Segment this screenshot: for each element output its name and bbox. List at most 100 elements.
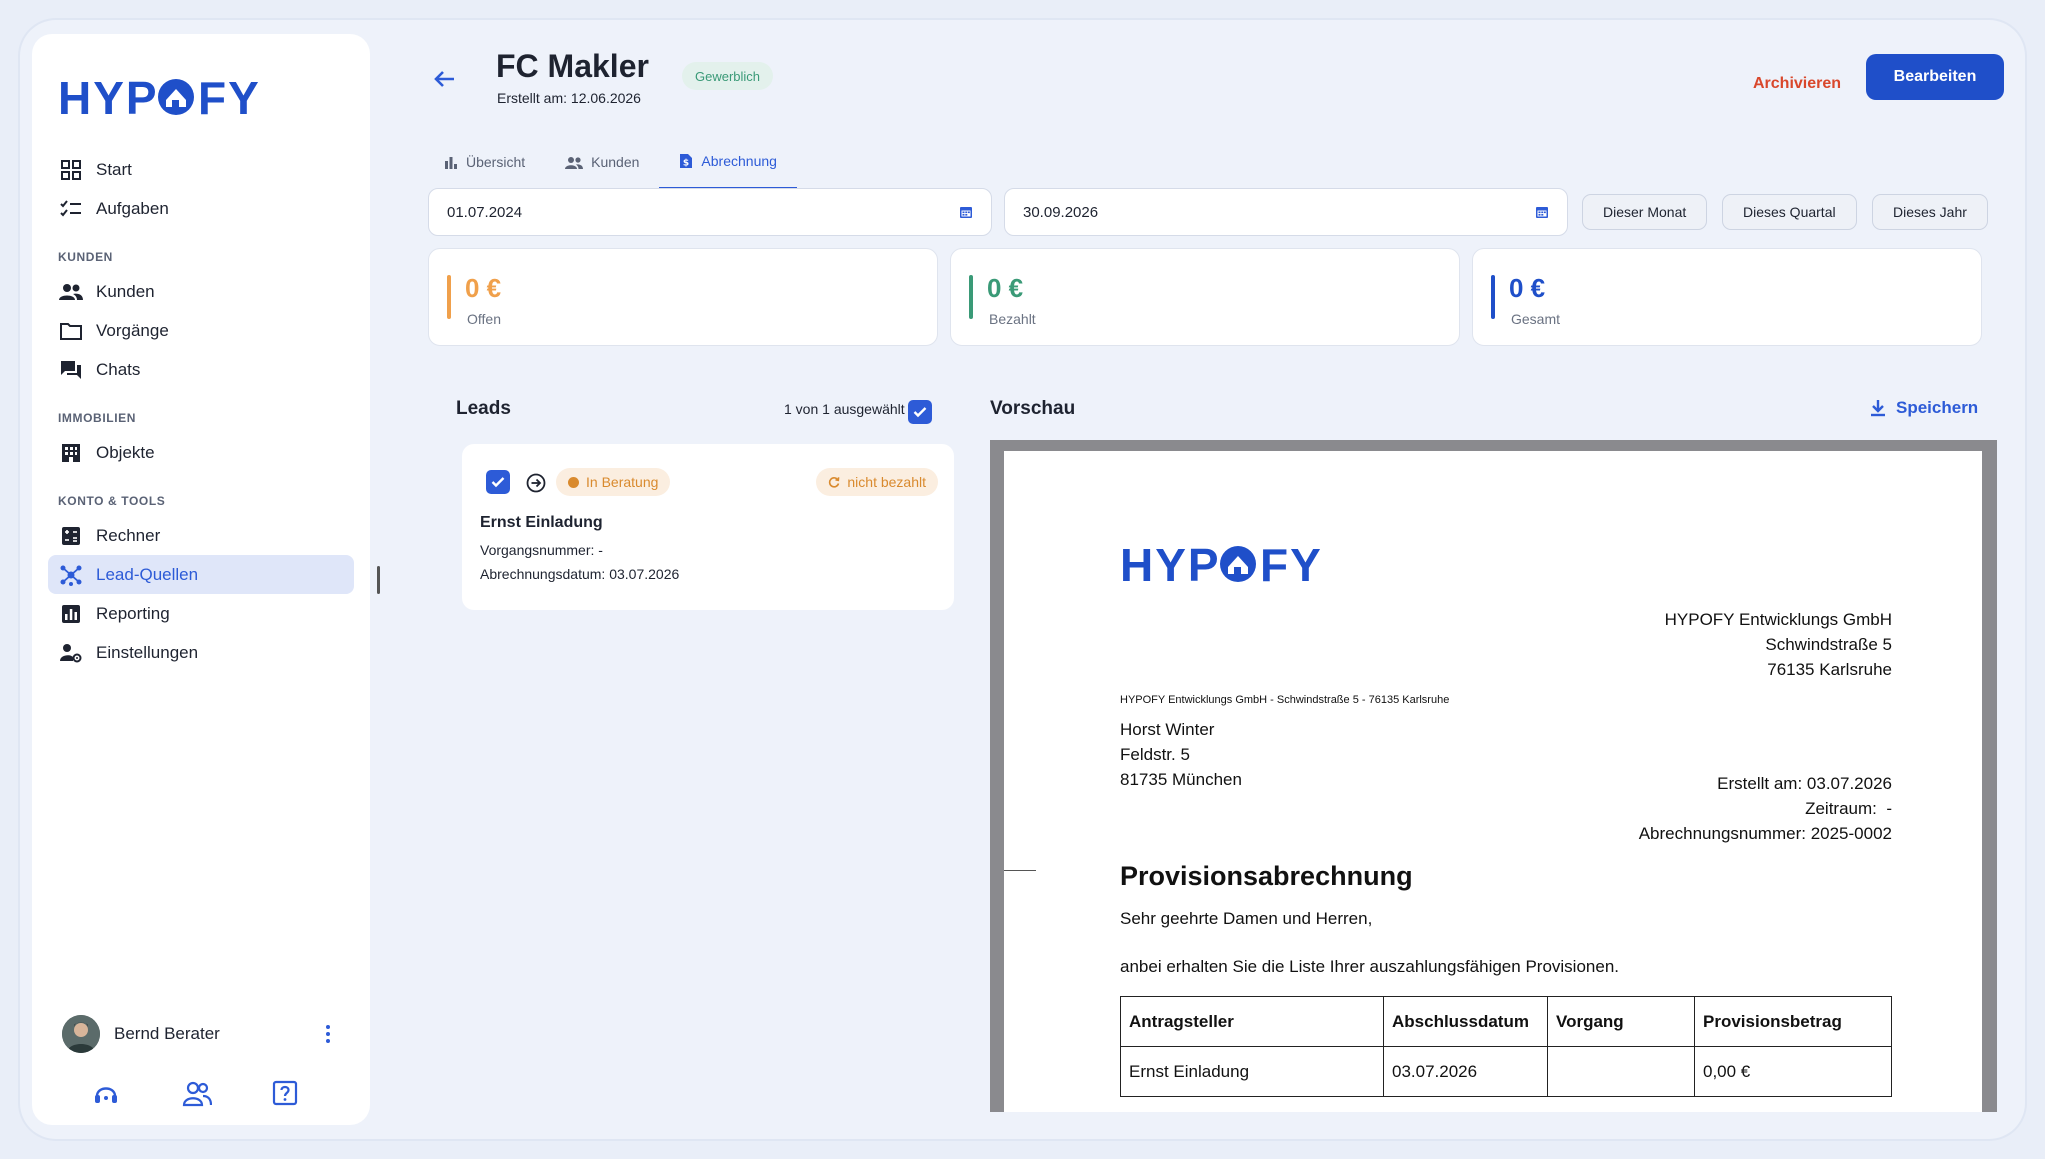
tab-abrechnung[interactable]: $ Abrechnung (659, 134, 797, 190)
download-icon (1870, 399, 1886, 417)
meta-line: Zeitraum: - (1805, 799, 1892, 818)
tab-uebersicht[interactable]: Übersicht (424, 134, 545, 190)
stat-accent-bar (969, 275, 973, 319)
sidebar-item-label: Aufgaben (96, 198, 169, 218)
table-cell: Ernst Einladung (1120, 1046, 1384, 1097)
table-header-cell: Vorgang (1547, 996, 1695, 1047)
table-cell: 03.07.2026 (1383, 1046, 1548, 1097)
select-all-checkbox[interactable] (908, 400, 932, 424)
user-menu-icon[interactable] (316, 1025, 340, 1043)
date-from-field[interactable]: 01.07.2024 (428, 188, 992, 236)
open-lead-arrow-icon[interactable] (526, 473, 546, 493)
sidebar-item-vorgaenge[interactable]: Vorgänge (48, 311, 354, 350)
sidebar-item-aufgaben[interactable]: Aufgaben (48, 189, 354, 228)
lead-vorgangsnummer: Vorgangsnummer: - (480, 542, 603, 558)
preview-heading: Vorschau (990, 398, 1076, 419)
sync-icon (828, 476, 840, 488)
lead-card[interactable]: In Beratung nicht bezahlt Ernst Einladun… (462, 444, 954, 610)
table-row: Ernst Einladung 03.07.2026 0,00 € (1120, 1046, 1892, 1097)
user-name: Bernd Berater (114, 1024, 220, 1043)
sidebar-item-einstellungen[interactable]: Einstellungen (48, 633, 354, 672)
sidebar-item-label: Einstellungen (96, 642, 199, 662)
filter-this-month-button[interactable]: Dieser Monat (1582, 194, 1708, 230)
created-date: Erstellt am: 12.06.2026 (497, 90, 641, 106)
sidebar-item-rechner[interactable]: Rechner (48, 516, 354, 555)
svg-text:FY: FY (1260, 539, 1323, 587)
stat-card-offen: 0 € Offen (428, 248, 938, 346)
lead-checkbox[interactable] (486, 470, 510, 494)
support-headset-icon[interactable] (92, 1080, 120, 1108)
hypofy-logo[interactable]: HYP FY (58, 72, 272, 125)
tab-label: Abrechnung (701, 152, 777, 169)
edit-button[interactable]: Bearbeiten (1866, 54, 2004, 100)
archive-button[interactable]: Archivieren (1753, 64, 1841, 104)
sidebar-item-kunden[interactable]: Kunden (48, 272, 354, 311)
sidebar-item-start[interactable]: Start (48, 150, 354, 189)
team-icon[interactable] (182, 1080, 213, 1108)
sender-line: HYPOFY Entwicklungs GmbH (1664, 610, 1892, 629)
section-immobilien-heading: IMMOBILIEN (58, 411, 136, 425)
sidebar-item-label: Reporting (96, 603, 170, 623)
document-meta: Erstellt am: 03.07.2026 Zeitraum: - Abre… (1639, 771, 1892, 846)
sidebar-item-lead-quellen[interactable]: Lead-Quellen (48, 555, 354, 594)
recipient-line: Horst Winter (1120, 720, 1215, 739)
date-to-field[interactable]: 30.09.2026 (1004, 188, 1568, 236)
status-dot-icon (568, 476, 579, 488)
calendar-icon[interactable] (959, 205, 973, 219)
payment-status-label: nicht bezahlt (847, 474, 926, 490)
sidebar-resize-handle[interactable] (377, 566, 380, 594)
bar-chart-icon (444, 155, 458, 169)
lead-name: Ernst Einladung (480, 514, 603, 531)
sidebar-item-chats[interactable]: Chats (48, 350, 354, 389)
filter-this-year-button[interactable]: Dieses Jahr (1872, 194, 1988, 230)
sender-address: HYPOFY Entwicklungs GmbH Schwindstraße 5… (1665, 607, 1892, 682)
sidebar-item-label: Chats (96, 359, 141, 379)
filter-this-quarter-button[interactable]: Dieses Quartal (1722, 194, 1857, 230)
meta-line: Erstellt am: 03.07.2026 (1717, 774, 1892, 793)
avatar (62, 1015, 100, 1053)
tab-label: Kunden (591, 154, 640, 170)
table-header-cell: Abschlussdatum (1383, 996, 1548, 1047)
date-to-value: 30.09.2026 (1023, 203, 1099, 221)
stat-label: Offen (467, 311, 501, 327)
help-icon[interactable] (272, 1080, 300, 1108)
document-logo: HYP FY (1120, 539, 1334, 592)
folder-icon (58, 320, 84, 342)
stat-value: 0 € (987, 273, 1024, 303)
tab-bar: Übersicht Kunden $ Abrechnung (424, 134, 797, 190)
commission-table: Antragsteller Abschlussdatum Vorgang Pro… (1120, 996, 1892, 1097)
svg-text:$: $ (683, 158, 689, 168)
save-label: Speichern (1896, 398, 1979, 417)
sidebar-nav: Start Aufgaben KUNDEN Kunden Vorgänge Ch… (48, 150, 354, 672)
sidebar-item-label: Rechner (96, 525, 161, 545)
sender-line: Schwindstraße 5 (1765, 635, 1892, 654)
return-address-line: HYPOFY Entwicklungs GmbH - Schwindstraße… (1120, 694, 1450, 706)
document-intro: anbei erhalten Sie die Liste Ihrer ausza… (1120, 957, 1619, 976)
tab-kunden[interactable]: Kunden (545, 134, 659, 190)
recipient-line: 81735 München (1120, 770, 1242, 789)
checklist-icon (58, 198, 84, 220)
sidebar-item-objekte[interactable]: Objekte (48, 433, 354, 472)
calendar-icon[interactable] (1535, 205, 1549, 219)
sidebar-item-reporting[interactable]: Reporting (48, 594, 354, 633)
stat-label: Bezahlt (989, 311, 1036, 327)
calculator-icon (58, 525, 84, 547)
svg-text:FY: FY (198, 72, 261, 120)
meta-line: Abrechnungsnummer: 2025-0002 (1638, 824, 1892, 843)
table-header-cell: Antragsteller (1120, 996, 1384, 1047)
document-preview[interactable]: HYP FY HYPOFY Entwicklungs GmbH Schwinds… (990, 440, 1997, 1112)
lead-abrechnungsdatum: Abrechnungsdatum: 03.07.2026 (480, 566, 680, 582)
sender-line: 76135 Karlsruhe (1767, 660, 1892, 679)
user-profile[interactable]: Bernd Berater (62, 1014, 340, 1054)
save-button[interactable]: Speichern (1870, 398, 1978, 418)
grid-icon (58, 159, 84, 181)
leads-selection-count: 1 von 1 ausgewählt (784, 401, 905, 417)
chart-icon (58, 603, 84, 625)
app-window: HYP FY Start Aufgaben KUNDEN Kunden Vorg… (20, 20, 2025, 1139)
user-settings-icon (58, 642, 84, 664)
back-arrow-icon[interactable] (430, 64, 460, 94)
sidebar: HYP FY Start Aufgaben KUNDEN Kunden Vorg… (32, 34, 370, 1125)
section-kunden-heading: KUNDEN (58, 250, 113, 264)
table-header-row: Antragsteller Abschlussdatum Vorgang Pro… (1120, 996, 1892, 1047)
invoice-icon: $ (679, 153, 693, 169)
